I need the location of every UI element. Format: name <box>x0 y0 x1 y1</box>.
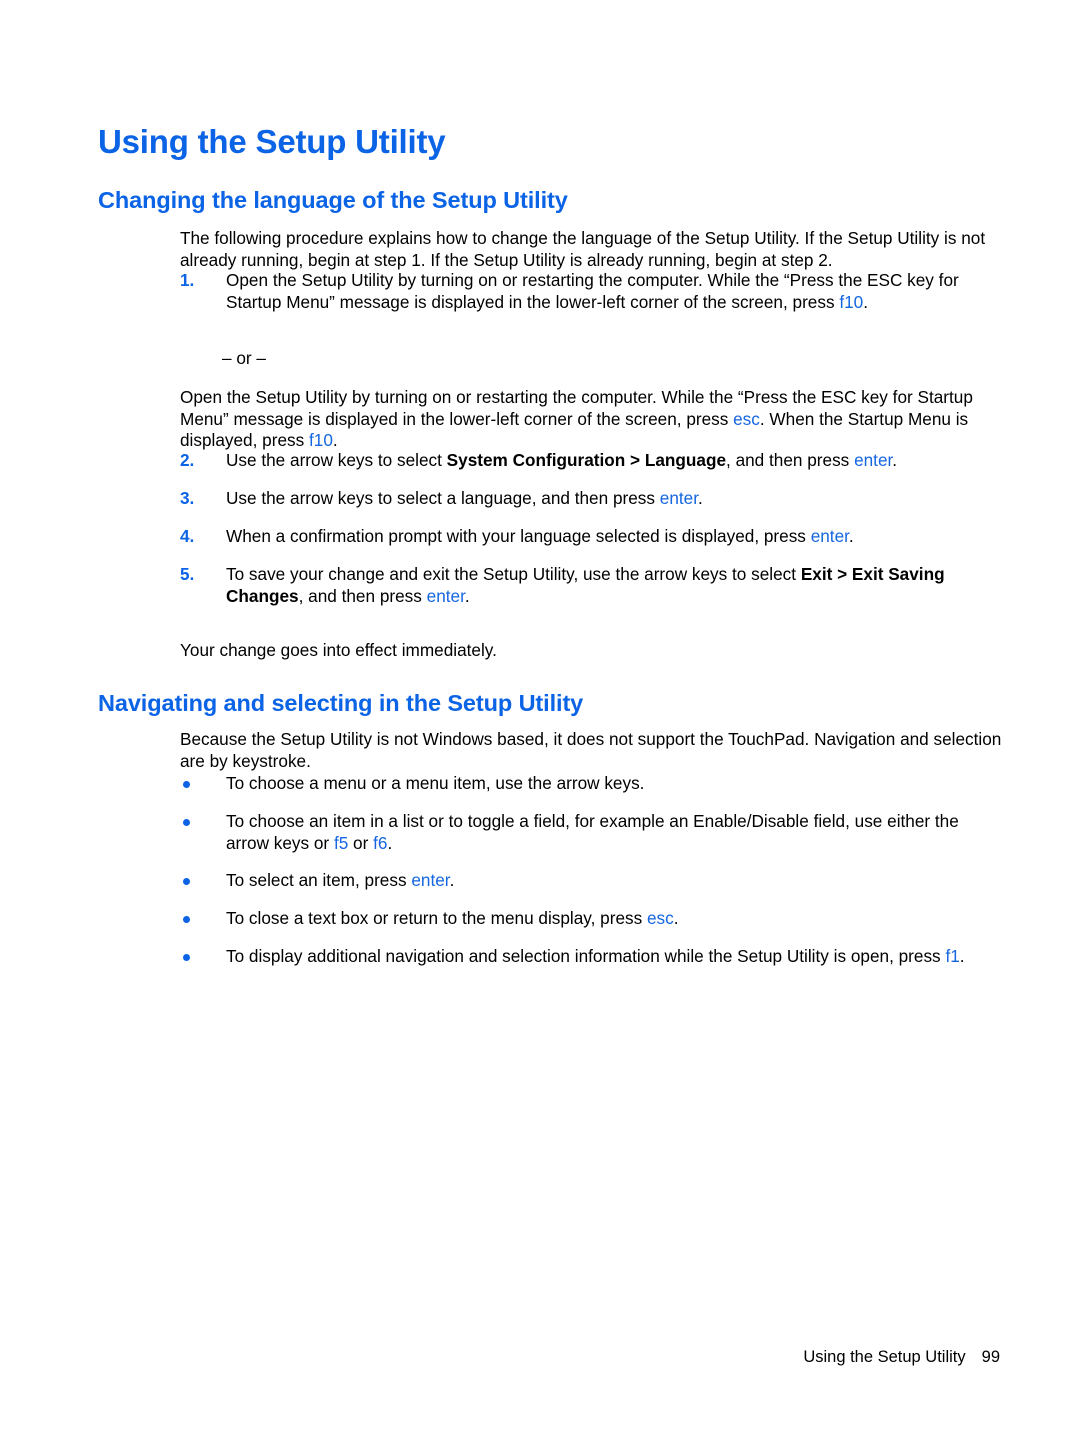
alternate-procedure-paragraph: Open the Setup Utility by turning on or … <box>180 387 1002 452</box>
list-item: To select an item, press enter. <box>180 870 1002 892</box>
list-item: To choose an item in a list or to toggle… <box>180 811 1002 854</box>
step-text-part1: Use the arrow keys to select a language,… <box>226 488 660 508</box>
or-separator: – or – <box>222 348 266 369</box>
alternate-part3: . <box>332 430 338 451</box>
step-text-part2: . <box>863 291 868 312</box>
key-reference-esc: esc <box>646 908 674 928</box>
list-item-part3: . <box>387 832 393 853</box>
step-text-part2: , and then press <box>298 585 427 606</box>
footer-label: Using the Setup Utility <box>803 1348 966 1366</box>
bullet-dot-icon <box>183 954 190 961</box>
ordered-step-2: 2. Use the arrow keys to select System C… <box>180 450 1002 472</box>
step-text: Use the arrow keys to select System Conf… <box>226 450 1002 472</box>
key-reference-enter: enter <box>810 526 849 546</box>
bullet-dot-icon <box>183 819 190 826</box>
document-page: Using the Setup Utility Changing the lan… <box>0 0 1080 1437</box>
key-reference-esc: esc <box>733 408 760 429</box>
step-text: To save your change and exit the Setup U… <box>226 564 1002 607</box>
changing-language-closing-paragraph: Your change goes into effect immediately… <box>180 640 497 661</box>
step-text: When a confirmation prompt with your lan… <box>226 526 1002 548</box>
step-number: 2. <box>180 450 195 470</box>
bullet-dot-icon <box>183 781 190 788</box>
menu-path-emphasis: System Configuration > Language <box>446 450 727 470</box>
list-item-part2: . <box>673 908 679 928</box>
step-text-part3: . <box>892 450 898 470</box>
list-item-text: To close a text box or return to the men… <box>226 908 1002 930</box>
step-text-part2: , and then press <box>726 450 855 470</box>
bullet-dot-icon <box>183 878 190 885</box>
footer-page-number: 99 <box>981 1348 1000 1366</box>
ordered-step-1: 1. Open the Setup Utility by turning on … <box>180 270 1002 313</box>
list-item: To choose a menu or a menu item, use the… <box>180 773 1002 795</box>
list-item-part1: To display additional navigation and sel… <box>226 946 946 966</box>
step-number: 1. <box>180 270 195 290</box>
step-text-part2: . <box>848 526 854 546</box>
step-text: Open the Setup Utility by turning on or … <box>226 270 1002 313</box>
page-title: Using the Setup Utility <box>98 123 446 161</box>
step-text-part3: . <box>464 585 470 606</box>
section-heading-navigating: Navigating and selecting in the Setup Ut… <box>98 689 584 716</box>
step-text-part1: To save your change and exit the Setup U… <box>226 564 801 584</box>
list-item-text: To choose an item in a list or to toggle… <box>226 811 1002 854</box>
key-reference-f10: f10 <box>308 430 333 451</box>
step-text-part1: When a confirmation prompt with your lan… <box>226 526 811 546</box>
section-heading-changing-language: Changing the language of the Setup Utili… <box>98 186 568 213</box>
key-reference-enter: enter <box>411 870 450 890</box>
navigating-intro-paragraph: Because the Setup Utility is not Windows… <box>180 729 1002 771</box>
step-number: 3. <box>180 488 195 508</box>
list-item-part1: To select an item, press <box>226 870 412 890</box>
list-item: To display additional navigation and sel… <box>180 946 1002 968</box>
key-reference-enter: enter <box>854 450 893 470</box>
list-item-text: To select an item, press enter. <box>226 870 1002 892</box>
step-number: 5. <box>180 564 195 584</box>
list-item-part1: To choose a menu or a menu item, use the… <box>226 773 645 793</box>
step-text: Use the arrow keys to select a language,… <box>226 488 1002 510</box>
bullet-dot-icon <box>183 916 190 923</box>
list-item-text: To display additional navigation and sel… <box>226 946 1002 968</box>
key-reference-f10: f10 <box>839 291 864 312</box>
list-item-part2: or <box>348 832 374 853</box>
list-item-part2: . <box>959 946 965 966</box>
step-text-part2: . <box>698 488 703 508</box>
ordered-step-3: 3. Use the arrow keys to select a langua… <box>180 488 1002 510</box>
list-item-part2: . <box>449 870 455 890</box>
ordered-step-4: 4. When a confirmation prompt with your … <box>180 526 1002 548</box>
step-number: 4. <box>180 526 195 546</box>
key-reference-enter: enter <box>659 488 698 508</box>
key-reference-f5: f5 <box>333 832 349 853</box>
changing-language-intro-paragraph: The following procedure explains how to … <box>180 228 986 270</box>
list-item-text: To choose a menu or a menu item, use the… <box>226 773 1002 795</box>
list-item-part1: To close a text box or return to the men… <box>226 908 647 928</box>
key-reference-f1: f1 <box>945 946 960 966</box>
list-item: To close a text box or return to the men… <box>180 908 1002 930</box>
ordered-step-5: 5. To save your change and exit the Setu… <box>180 564 1002 607</box>
step-text-part1: Use the arrow keys to select <box>226 450 447 470</box>
key-reference-f6: f6 <box>373 832 388 853</box>
page-footer: Using the Setup Utility 99 <box>0 1348 1080 1367</box>
key-reference-enter: enter <box>426 585 465 606</box>
